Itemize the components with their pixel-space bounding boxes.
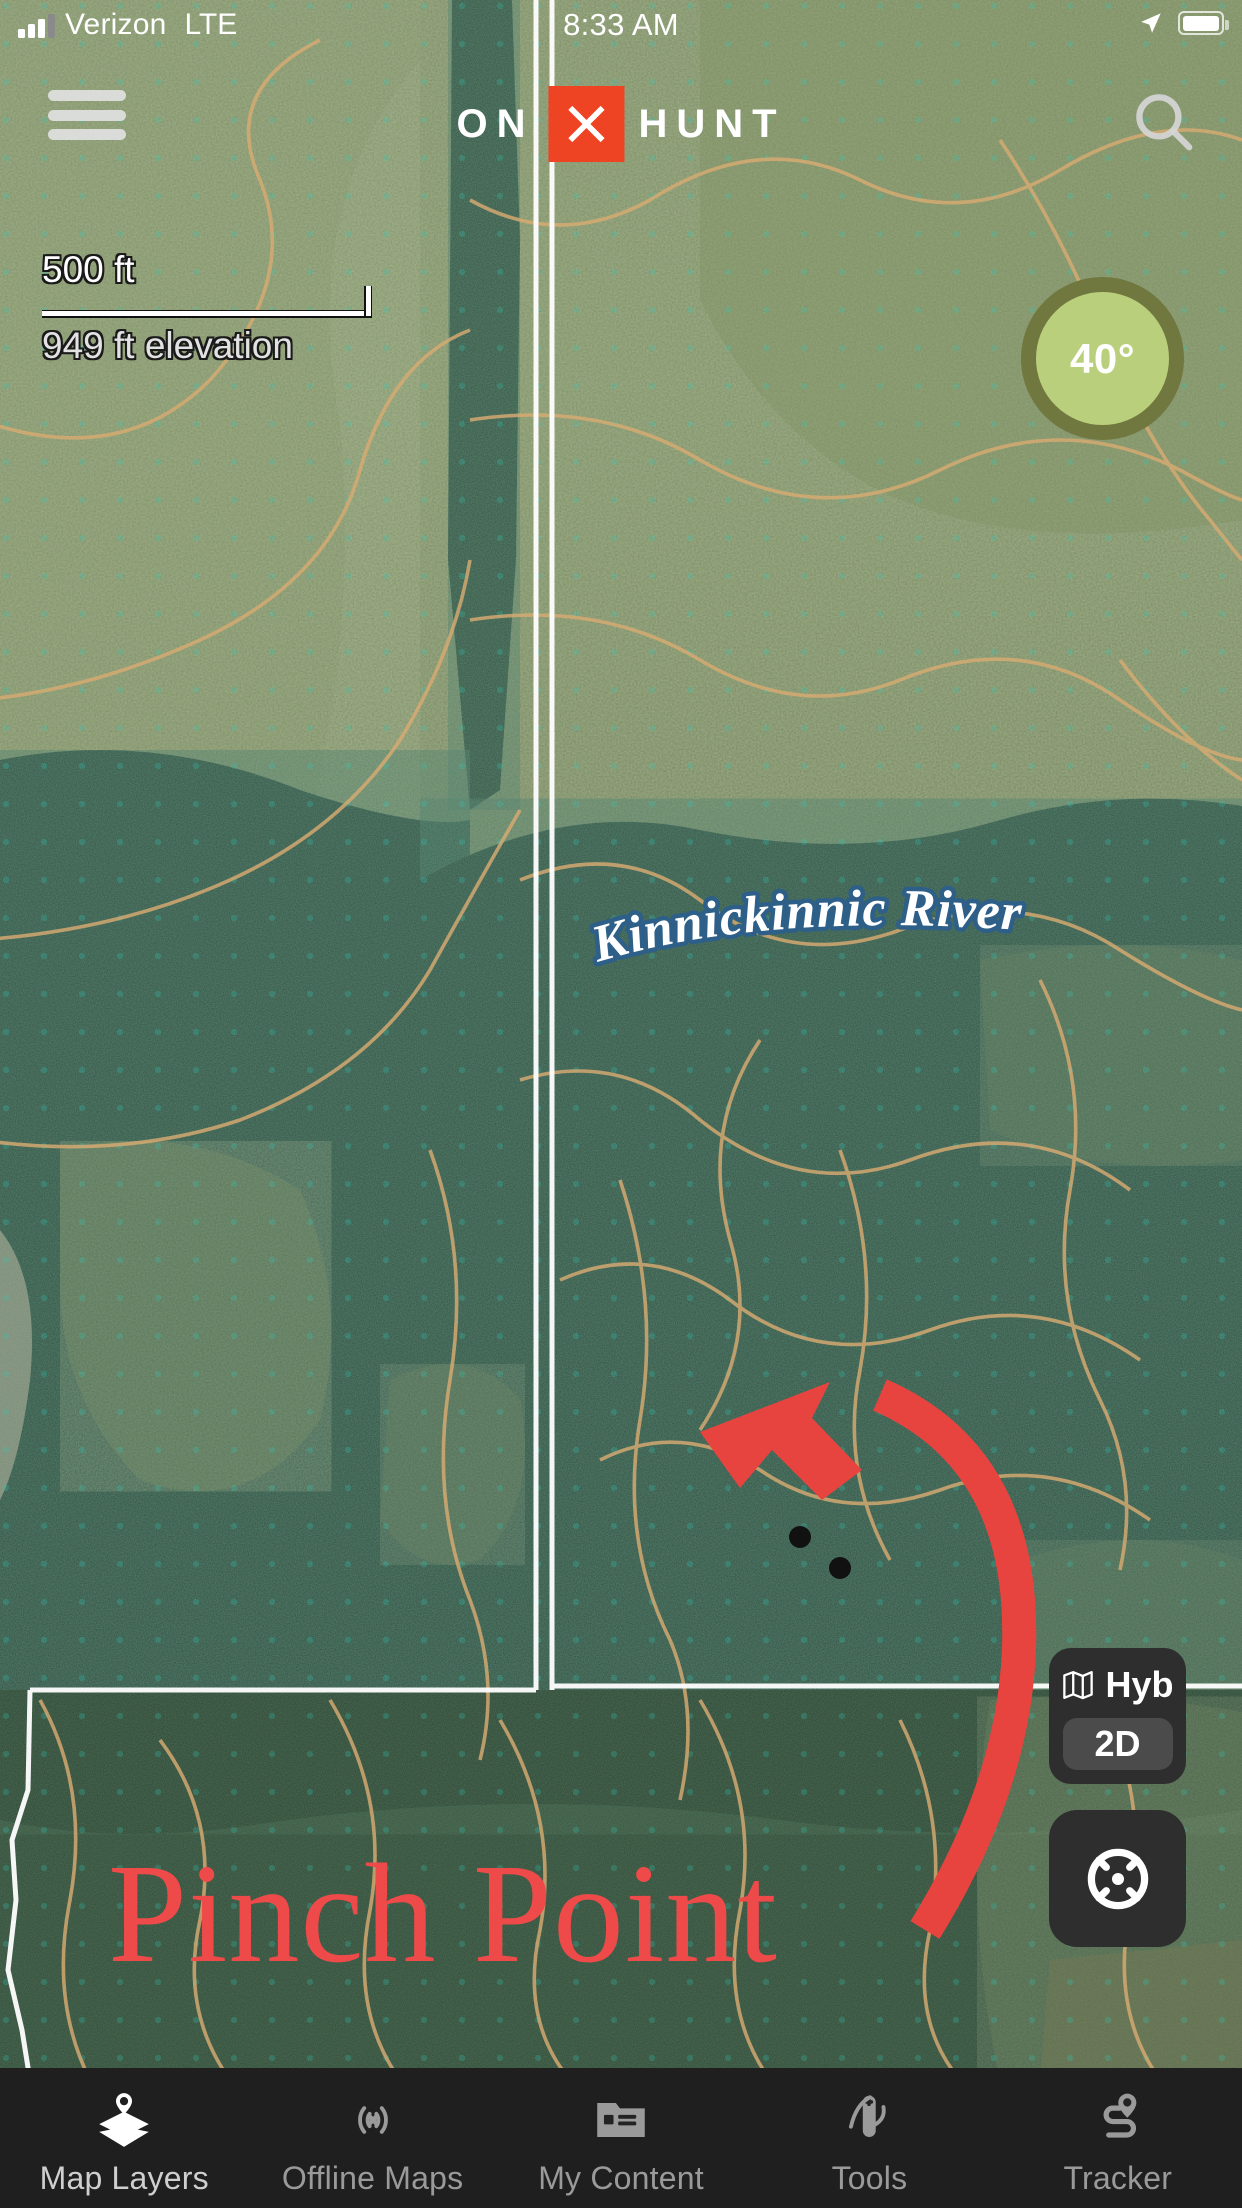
map-scale-info: 500 ft 949 ft elevation (42, 250, 382, 366)
basemap-label: Hyb (1105, 1664, 1174, 1705)
temperature-badge[interactable]: 40° (1021, 277, 1184, 440)
locate-me-button[interactable] (1049, 1810, 1186, 1947)
tab-tools[interactable]: Tools (745, 2068, 993, 2208)
tab-label: Tools (831, 2159, 908, 2196)
scale-bar (42, 285, 372, 322)
basemap-selector[interactable]: Hyb 2D (1049, 1648, 1186, 1784)
folded-map-icon (1063, 1671, 1094, 1700)
carrier-label: Verizon (65, 8, 167, 41)
tab-map-layers[interactable]: Map Layers (0, 2068, 248, 2208)
basemap-row: Hyb (1061, 1664, 1174, 1706)
status-bar-right (1138, 10, 1229, 36)
x-mark-icon (548, 86, 625, 162)
network-type-label: LTE (184, 8, 238, 41)
elevation-label: 949 ft elevation (42, 324, 293, 366)
cellular-signal-icon (18, 12, 55, 38)
app-header: ON HUNT (0, 58, 1242, 178)
dimension-toggle[interactable]: 2D (1062, 1718, 1173, 1770)
logo-text-hunt: HUNT (638, 101, 786, 146)
crosshair-locate-icon (1087, 1848, 1148, 1909)
app-logo: ON HUNT (456, 86, 785, 162)
tools-icon (838, 2086, 900, 2154)
tab-label: Map Layers (39, 2159, 209, 2196)
temperature-value: 40° (1069, 334, 1135, 382)
hamburger-menu-icon[interactable] (48, 84, 126, 146)
my-content-icon (590, 2086, 652, 2154)
tab-label: Offline Maps (281, 2159, 464, 2196)
location-arrow-icon (1141, 13, 1161, 33)
tab-tracker[interactable]: Tracker (994, 2068, 1242, 2208)
tab-my-content[interactable]: My Content (497, 2068, 745, 2208)
battery-full-icon (1178, 11, 1229, 35)
scale-distance-label: 500 ft (42, 249, 135, 290)
pinch-point-annotation: Pinch Point (108, 1834, 778, 1992)
tracker-icon (1087, 2086, 1149, 2154)
offline-maps-icon (342, 2086, 404, 2154)
map-controls: Hyb 2D (1049, 1648, 1186, 1947)
status-bar-left: Verizon LTE (18, 8, 237, 42)
map-layers-icon (93, 2086, 155, 2154)
clock-label: 8:33 AM (563, 7, 679, 42)
tab-label: My Content (538, 2159, 704, 2196)
status-bar: Verizon LTE 8:33 AM (0, 0, 1242, 58)
search-icon[interactable] (1128, 86, 1200, 158)
bottom-navigation: Map Layers Offline Maps My Content Tools… (0, 2068, 1242, 2208)
app-screen: Kinnickinnic River Pinch Point Verizon L… (0, 0, 1242, 2208)
dimension-label: 2D (1094, 1723, 1141, 1764)
tab-offline-maps[interactable]: Offline Maps (248, 2068, 496, 2208)
logo-text-on: ON (456, 101, 535, 146)
tab-label: Tracker (1063, 2159, 1173, 2196)
